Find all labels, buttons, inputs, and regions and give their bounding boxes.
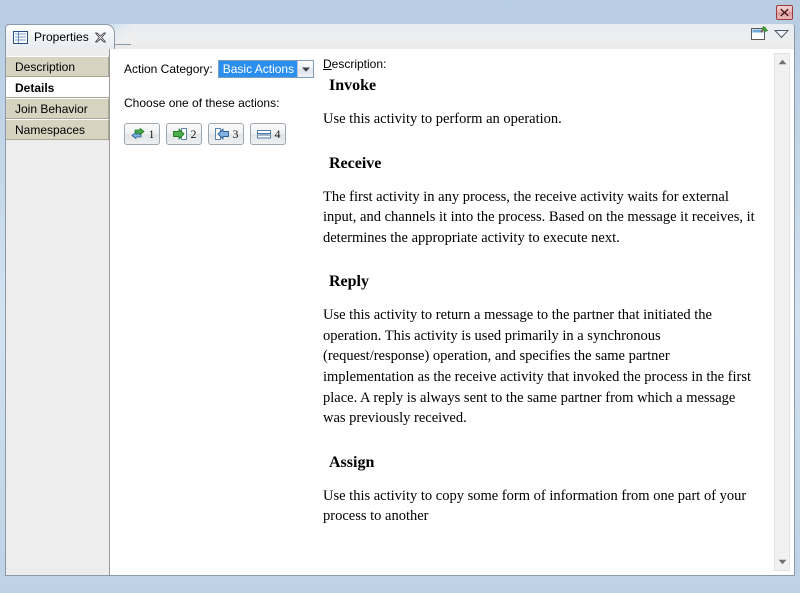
- reply-blue-left-arrow-icon: [214, 126, 230, 142]
- description-label: Description:: [323, 57, 794, 71]
- action-category-value: Basic Actions: [219, 61, 297, 77]
- details-form: Action Category: Basic Actions Choose on…: [110, 49, 315, 575]
- description-document: Invoke Use this activity to perform an o…: [323, 77, 758, 575]
- receive-green-right-arrow-icon: [172, 126, 188, 142]
- chevron-down-scroll-icon: [778, 559, 787, 565]
- close-x-icon: [780, 8, 789, 17]
- action-button-invoke[interactable]: 1: [124, 123, 160, 145]
- scrollbar-down-arrow[interactable]: [775, 554, 789, 570]
- doc-para-invoke: Use this activity to perform an operatio…: [323, 109, 758, 130]
- properties-table-icon: [13, 31, 28, 44]
- doc-para-receive: The first activity in any process, the r…: [323, 187, 758, 249]
- description-area: Description: Invoke Use this activity to…: [315, 49, 794, 575]
- chevron-up-icon: [778, 59, 787, 65]
- action-category-label: Action Category:: [124, 62, 213, 76]
- scrollbar-track[interactable]: [775, 70, 789, 554]
- action-category-row: Action Category: Basic Actions: [124, 59, 315, 79]
- assign-two-bars-icon: [256, 126, 272, 142]
- description-vertical-scrollbar[interactable]: [774, 53, 790, 571]
- chevron-down-glyph: [302, 67, 310, 72]
- tab-properties[interactable]: Properties: [5, 24, 115, 49]
- chevron-down-icon[interactable]: [297, 61, 313, 77]
- doc-para-assign: Use this activity to copy some form of i…: [323, 486, 758, 527]
- action-buttons-group: 1 2 3: [124, 123, 315, 145]
- window-close-button[interactable]: [776, 5, 793, 20]
- properties-panel-body: Description Details Join Behavior Namesp…: [5, 49, 795, 576]
- view-tab-strip: Properties: [5, 24, 795, 49]
- doc-heading-reply: Reply: [329, 273, 758, 291]
- view-toolbar: [751, 26, 789, 42]
- sidebar-item-description[interactable]: Description: [6, 56, 109, 77]
- application-window: Properties Description: [0, 0, 800, 593]
- sidebar-item-join-behavior[interactable]: Join Behavior: [6, 98, 109, 119]
- action-button-reply-number: 3: [233, 127, 239, 142]
- action-button-receive-number: 2: [191, 127, 197, 142]
- doc-heading-receive: Receive: [329, 155, 758, 173]
- doc-heading-assign: Assign: [329, 454, 758, 472]
- doc-para-reply: Use this activity to return a message to…: [323, 305, 758, 428]
- action-button-assign[interactable]: 4: [250, 123, 286, 145]
- tab-strip-filler: [115, 24, 795, 45]
- pin-view-icon[interactable]: [751, 26, 768, 42]
- properties-view-panel: Properties Description: [5, 24, 795, 582]
- sidebar-item-namespaces[interactable]: Namespaces: [6, 119, 109, 140]
- invoke-double-arrow-icon: [130, 126, 146, 142]
- tab-close-icon[interactable]: [95, 32, 106, 43]
- scrollbar-up-arrow[interactable]: [775, 54, 789, 70]
- tab-properties-label: Properties: [34, 30, 89, 44]
- window-title-bar: [0, 0, 800, 24]
- action-button-assign-number: 4: [275, 127, 281, 142]
- action-category-combobox[interactable]: Basic Actions: [218, 60, 314, 78]
- sidebar-item-details[interactable]: Details: [6, 77, 109, 98]
- properties-sidebar: Description Details Join Behavior Namesp…: [6, 49, 110, 575]
- doc-heading-invoke: Invoke: [329, 77, 758, 95]
- description-label-rest: escription:: [332, 57, 387, 71]
- action-button-receive[interactable]: 2: [166, 123, 202, 145]
- view-menu-chevron-icon[interactable]: [774, 29, 789, 39]
- description-label-mnemonic: D: [323, 57, 332, 71]
- action-button-reply[interactable]: 3: [208, 123, 244, 145]
- action-button-invoke-number: 1: [149, 127, 155, 142]
- choose-actions-label: Choose one of these actions:: [124, 96, 315, 110]
